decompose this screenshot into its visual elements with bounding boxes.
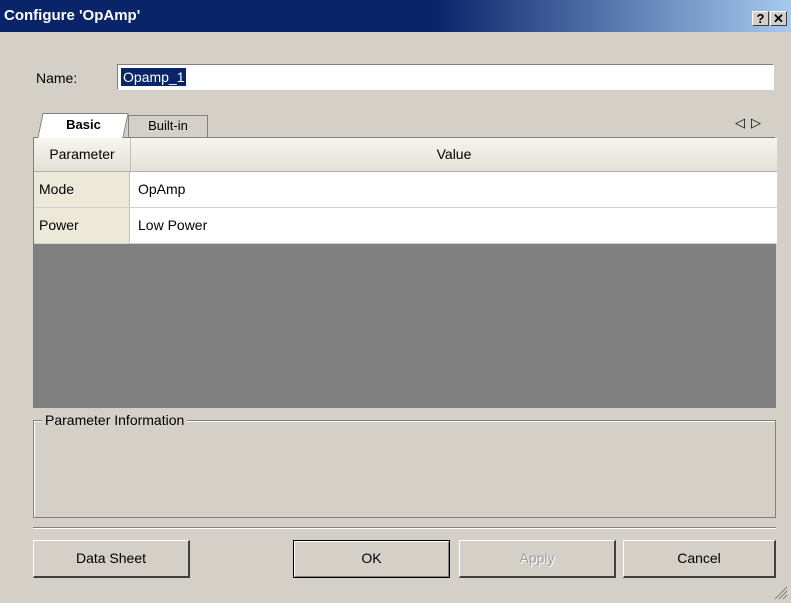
grid-header: Parameter Value (34, 138, 777, 172)
help-button[interactable]: ? (752, 11, 769, 26)
param-value-power[interactable]: Low Power (138, 208, 207, 243)
configure-dialog: Configure 'OpAmp' ? ✕ Name: Opamp_1 Buil… (0, 0, 791, 603)
grid-row-power[interactable]: Power Low Power (34, 208, 777, 244)
parameter-information-group (33, 420, 776, 518)
name-input-value: Opamp_1 (121, 68, 187, 86)
close-button[interactable]: ✕ (770, 11, 787, 26)
name-label: Name: (36, 70, 78, 86)
tab-built-in[interactable]: Built-in (128, 115, 208, 137)
window-title: Configure 'OpAmp' (4, 7, 141, 24)
grid-row-mode[interactable]: Mode OpAmp (34, 172, 777, 208)
apply-button[interactable]: Apply (459, 540, 616, 578)
tab-basic[interactable]: Basic (37, 113, 129, 138)
data-sheet-button[interactable]: Data Sheet (33, 540, 190, 578)
param-value-mode[interactable]: OpAmp (138, 172, 185, 207)
tab-scroll-left-icon[interactable]: ◁ (735, 115, 751, 130)
parameter-information-label: Parameter Information (42, 412, 188, 428)
param-name-power: Power (34, 208, 130, 243)
name-input[interactable]: Opamp_1 (117, 64, 774, 90)
close-icon: ✕ (773, 11, 784, 26)
title-bar[interactable]: Configure 'OpAmp' ? ✕ (0, 0, 791, 32)
cancel-button[interactable]: Cancel (623, 540, 776, 578)
tab-built-in-label: Built-in (148, 118, 188, 133)
ok-button[interactable]: OK (293, 540, 450, 578)
parameter-grid: Parameter Value Mode OpAmp Power Low Pow… (33, 138, 777, 408)
resize-grip-icon[interactable] (770, 582, 788, 600)
button-separator (33, 527, 776, 529)
column-header-parameter[interactable]: Parameter (34, 138, 131, 171)
column-header-value[interactable]: Value (131, 138, 777, 171)
param-name-mode: Mode (34, 172, 130, 207)
tab-basic-label: Basic (65, 117, 101, 132)
tab-scroll-buttons: ◁▷ (735, 115, 767, 131)
tab-scroll-right-icon[interactable]: ▷ (751, 115, 767, 130)
help-icon: ? (756, 11, 765, 26)
